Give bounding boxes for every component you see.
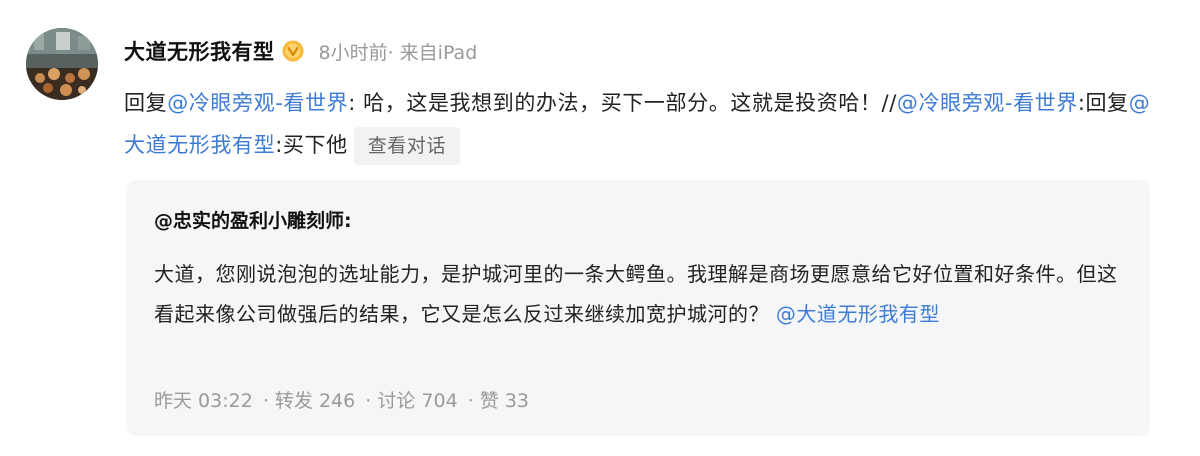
quote-author[interactable]: @忠实的盈利小雕刻师: [154, 206, 352, 233]
repost-count[interactable]: · 转发 246 [263, 390, 355, 412]
like-count[interactable]: · 赞 33 [468, 390, 529, 412]
post-text: :买下他 [275, 133, 348, 157]
quote-time: 昨天 03:22 [154, 390, 253, 412]
mention-link[interactable]: @冷眼旁观-看世界 [167, 91, 348, 115]
post-header: 大道无形我有型 8小时前· 来自iPad [124, 34, 477, 68]
post-body: 回复@冷眼旁观-看世界: 哈，这是我想到的办法，买下一部分。这就是投资哈！//@… [124, 82, 1164, 166]
post-meta: 8小时前· 来自iPad [318, 41, 478, 64]
mention-link[interactable]: @大道无形我有型 [776, 302, 940, 326]
quoted-post[interactable]: @忠实的盈利小雕刻师: 大道，您刚说泡泡的选址能力，是护城河里的一条大鳄鱼。我理… [126, 180, 1150, 436]
post-text: :回复 [1077, 91, 1129, 115]
quote-body: 大道，您刚说泡泡的选址能力，是护城河里的一条大鳄鱼。我理解是商场更愿意给它好位置… [154, 262, 1118, 326]
post-text: : 哈，这是我想到的办法，买下一部分。这就是投资哈！// [348, 91, 897, 115]
verified-badge-icon [281, 39, 305, 63]
quote-text: 大道，您刚说泡泡的选址能力，是护城河里的一条大鳄鱼。我理解是商场更愿意给它好位置… [154, 254, 1124, 334]
comment-count[interactable]: · 讨论 704 [365, 390, 457, 412]
view-dialog-button[interactable]: 查看对话 [353, 127, 461, 165]
reply-prefix: 回复 [124, 91, 168, 115]
avatar[interactable] [26, 28, 98, 100]
username[interactable]: 大道无形我有型 [124, 36, 275, 66]
mention-link[interactable]: @冷眼旁观-看世界 [897, 91, 1078, 115]
avatar-image [26, 28, 98, 100]
quote-footer: 昨天 03:22 · 转发 246 · 讨论 704 · 赞 33 [154, 386, 533, 413]
